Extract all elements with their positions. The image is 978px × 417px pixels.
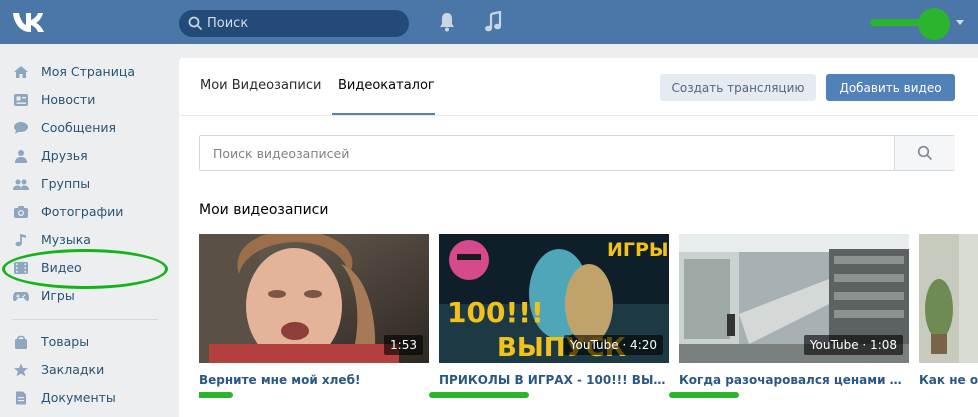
sidebar-item-friends[interactable]: Друзья	[0, 142, 170, 170]
video-card[interactable]: 1:53 Верните мне мой хлеб!	[199, 234, 429, 417]
highlight-annotation	[2, 249, 168, 289]
music-icon	[15, 234, 26, 247]
video-title[interactable]: ПРИКОЛЫ В ИГРАХ - 100!!! ВЫПУСК !...	[439, 373, 669, 387]
main-content: Мои Видеозаписи Видеокаталог Создать тра…	[179, 58, 978, 417]
sidebar-item-label: Сообщения	[41, 120, 117, 135]
add-video-button[interactable]: Добавить видео	[826, 74, 955, 101]
music-note-icon[interactable]	[484, 11, 502, 33]
section-title: Мои видеозаписи	[199, 202, 329, 218]
sidebar-item-label: Друзья	[41, 148, 88, 163]
video-card[interactable]: YouTube · 1:08 Когда разочаровался ценам…	[669, 234, 909, 417]
sidebar-item-label: Документы	[41, 390, 116, 405]
search-icon	[188, 16, 203, 31]
tab-my-videos[interactable]: Мои Видеозаписи	[200, 78, 321, 93]
home-icon	[14, 66, 28, 78]
sidebar-item-label: Группы	[41, 176, 91, 191]
sidebar-item-label: Закладки	[41, 362, 105, 377]
sidebar-item-label: Моя Страница	[41, 64, 135, 79]
video-thumbnail[interactable]: ИГРЫ 100!!! ВЫПУСК YouTube · 4:20	[439, 234, 669, 363]
video-search	[199, 135, 955, 171]
groups-icon	[13, 179, 29, 190]
video-title[interactable]: Когда разочаровался ценами в сети ...	[679, 373, 909, 387]
header-search[interactable]: Поиск	[179, 10, 409, 37]
video-title[interactable]: Верните мне мой хлеб!	[199, 373, 429, 387]
video-duration: 1:53	[384, 335, 423, 355]
sidebar-item-label: Игры	[41, 288, 75, 303]
video-thumbnail[interactable]: 1:53	[199, 234, 429, 363]
bell-icon[interactable]	[438, 12, 456, 32]
star-icon	[14, 363, 28, 377]
sidebar-item-documents[interactable]: Документы	[0, 384, 170, 412]
video-search-input[interactable]	[200, 136, 894, 170]
sidebar-item-news[interactable]: Новости	[0, 86, 170, 114]
news-icon	[14, 94, 28, 106]
header-search-placeholder: Поиск	[207, 16, 249, 31]
video-list: 1:53 Верните мне мой хлеб! ИГРЫ 100!!! В…	[199, 234, 978, 417]
video-search-button[interactable]	[894, 136, 955, 170]
views-scribble	[429, 392, 529, 398]
bag-icon	[15, 335, 27, 349]
sidebar-item-goods[interactable]: Товары	[0, 328, 170, 356]
sidebar-item-label: Товары	[41, 334, 90, 349]
messages-icon	[14, 122, 28, 134]
video-duration: YouTube · 4:20	[563, 335, 663, 355]
sidebar-item-my-page[interactable]: Моя Страница	[0, 58, 170, 86]
video-thumbnail[interactable]: YouTube · 1:08	[679, 234, 909, 363]
thumb-text: 100!!!	[447, 296, 544, 329]
gamepad-icon	[13, 292, 29, 302]
video-card[interactable]: ИГРЫ 100!!! ВЫПУСК YouTube · 4:20 ПРИКОЛ…	[429, 234, 669, 417]
sidebar-item-label: Фотографии	[41, 204, 124, 219]
video-thumbnail-image	[919, 234, 978, 363]
create-stream-button[interactable]: Создать трансляцию	[660, 74, 816, 101]
sidebar-item-bookmarks[interactable]: Закладки	[0, 356, 170, 384]
document-icon	[16, 391, 26, 405]
sidebar-item-label: Музыка	[41, 232, 91, 247]
sidebar-item-groups[interactable]: Группы	[0, 170, 170, 198]
chevron-down-icon[interactable]	[956, 20, 964, 25]
search-icon	[917, 145, 933, 161]
sidebar-item-photos[interactable]: Фотографии	[0, 198, 170, 226]
camera-icon	[14, 206, 28, 218]
friend-icon	[15, 150, 27, 163]
username-scribble[interactable]	[870, 19, 922, 26]
thumb-text: ИГРЫ	[607, 239, 669, 261]
active-tab-indicator	[332, 113, 435, 115]
sidebar-item-messages[interactable]: Сообщения	[0, 114, 170, 142]
tab-video-catalog[interactable]: Видеокаталог	[338, 78, 435, 93]
views-scribble	[199, 392, 233, 398]
avatar[interactable]	[918, 8, 950, 40]
video-card[interactable]: Как не оп	[919, 234, 978, 417]
vk-logo[interactable]	[12, 9, 48, 35]
sidebar: Моя Страница Новости Сообщения Друзья Гр…	[0, 58, 170, 412]
views-scribble	[669, 392, 739, 398]
top-bar: Поиск	[0, 0, 978, 44]
video-duration: YouTube · 1:08	[803, 335, 903, 355]
watermark: user-life.com	[855, 391, 972, 411]
sidebar-item-label: Новости	[41, 92, 96, 107]
video-tabs: Мои Видеозаписи Видеокаталог Создать тра…	[179, 58, 978, 116]
video-title[interactable]: Как не оп	[919, 373, 978, 387]
sidebar-divider	[12, 319, 158, 320]
video-thumbnail[interactable]	[919, 234, 978, 363]
